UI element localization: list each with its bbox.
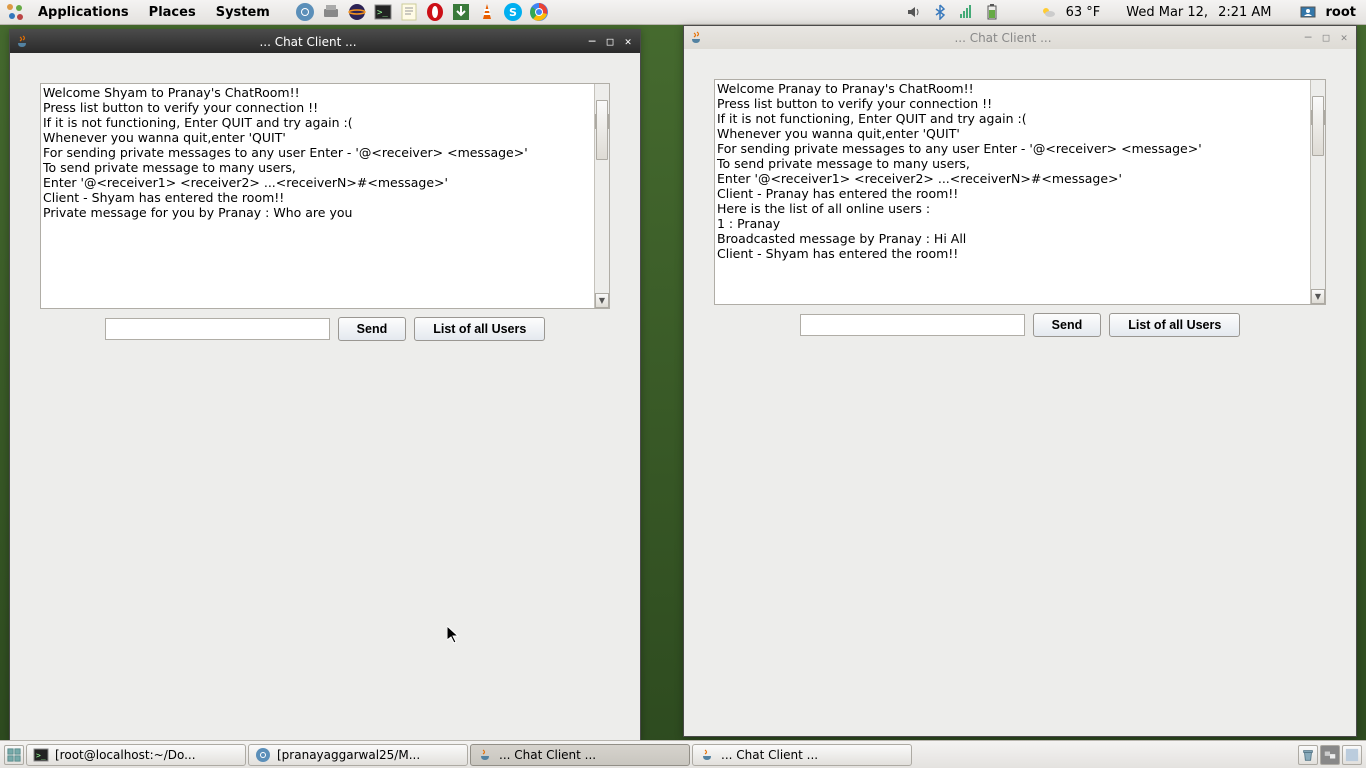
chromium-icon [255,747,271,763]
vlc-icon[interactable] [476,1,498,23]
show-desktop-button[interactable] [4,745,24,765]
bluetooth-icon[interactable] [932,4,948,20]
chat-text: Welcome Shyam to Pranay's ChatRoom!! Pre… [43,85,528,220]
scrollbar[interactable]: ▲ ▼ [594,84,609,308]
titlebar[interactable]: ... Chat Client ... ─ □ ✕ [10,30,640,53]
file-manager-icon[interactable] [320,1,342,23]
workspace-1[interactable] [1320,745,1340,765]
svg-text:S: S [509,6,517,19]
chrome-icon[interactable] [528,1,550,23]
weather-text: 63 °F [1066,5,1101,20]
java-icon [14,34,30,50]
close-button[interactable]: ✕ [620,34,636,50]
task-browser[interactable]: [pranayaggarwal25/M... [248,744,468,766]
scrollbar[interactable]: ▲ ▼ [1310,80,1325,304]
java-icon [688,30,704,46]
terminal-icon[interactable]: >_ [372,1,394,23]
text-editor-icon[interactable] [398,1,420,23]
message-input[interactable] [800,314,1025,336]
task-label: [root@localhost:~/Do... [55,748,196,762]
menu-applications[interactable]: Applications [30,2,137,23]
chat-log[interactable]: Welcome Pranay to Pranay's ChatRoom!! Pr… [714,79,1326,305]
chat-text: Welcome Pranay to Pranay's ChatRoom!! Pr… [717,81,1202,261]
list-users-button[interactable]: List of all Users [414,317,545,341]
gnome-main-icon[interactable] [4,1,26,23]
send-button[interactable]: Send [338,317,407,341]
chat-log[interactable]: Welcome Shyam to Pranay's ChatRoom!! Pre… [40,83,610,309]
scroll-thumb[interactable] [596,100,608,160]
svg-text:>_: >_ [36,751,46,760]
maximize-button[interactable]: □ [602,34,618,50]
message-input[interactable] [105,318,330,340]
scroll-down-button[interactable]: ▼ [595,293,609,308]
skype-icon[interactable]: S [502,1,524,23]
window-title: ... Chat Client ... [708,31,1298,45]
list-users-button[interactable]: List of all Users [1109,313,1240,337]
terminal-icon: >_ [33,747,49,763]
opera-icon[interactable] [424,1,446,23]
java-icon [477,747,493,763]
chat-window-2: ... Chat Client ... ─ □ ✕ Welcome Pranay… [683,25,1357,737]
username[interactable]: root [1326,5,1357,20]
menu-places[interactable]: Places [141,2,204,23]
chat-window-1: ... Chat Client ... ─ □ ✕ Welcome Shyam … [9,29,641,741]
minimize-button[interactable]: ─ [1300,30,1316,46]
java-icon [699,747,715,763]
svg-text:>_: >_ [377,8,388,18]
eclipse-icon[interactable] [346,1,368,23]
task-terminal[interactable]: >_ [root@localhost:~/Do... [26,744,246,766]
volume-icon[interactable] [906,4,922,20]
scroll-thumb[interactable] [1312,96,1324,156]
send-button[interactable]: Send [1033,313,1102,337]
minimize-button[interactable]: ─ [584,34,600,50]
titlebar[interactable]: ... Chat Client ... ─ □ ✕ [684,26,1356,49]
window-title: ... Chat Client ... [34,35,582,49]
weather-icon[interactable] [1040,4,1056,20]
trash-button[interactable] [1298,745,1318,765]
close-button[interactable]: ✕ [1336,30,1352,46]
bottom-panel: >_ [root@localhost:~/Do... [pranayaggarw… [0,740,1366,768]
user-switch-icon[interactable] [1300,4,1316,20]
battery-icon[interactable] [984,4,1000,20]
maximize-button[interactable]: □ [1318,30,1334,46]
menu-system[interactable]: System [208,2,278,23]
chromium-icon[interactable] [294,1,316,23]
top-panel: Applications Places System >_ S 63 °F We… [0,0,1366,25]
task-label: ... Chat Client ... [721,748,818,762]
time-text[interactable]: 2:21 AM [1218,5,1271,20]
task-label: ... Chat Client ... [499,748,596,762]
task-chat-2[interactable]: ... Chat Client ... [692,744,912,766]
scroll-down-button[interactable]: ▼ [1311,289,1325,304]
date-text[interactable]: Wed Mar 12, [1126,5,1208,20]
workspace-2[interactable] [1342,745,1362,765]
task-label: [pranayaggarwal25/M... [277,748,420,762]
task-chat-1[interactable]: ... Chat Client ... [470,744,690,766]
download-icon[interactable] [450,1,472,23]
network-icon[interactable] [958,4,974,20]
